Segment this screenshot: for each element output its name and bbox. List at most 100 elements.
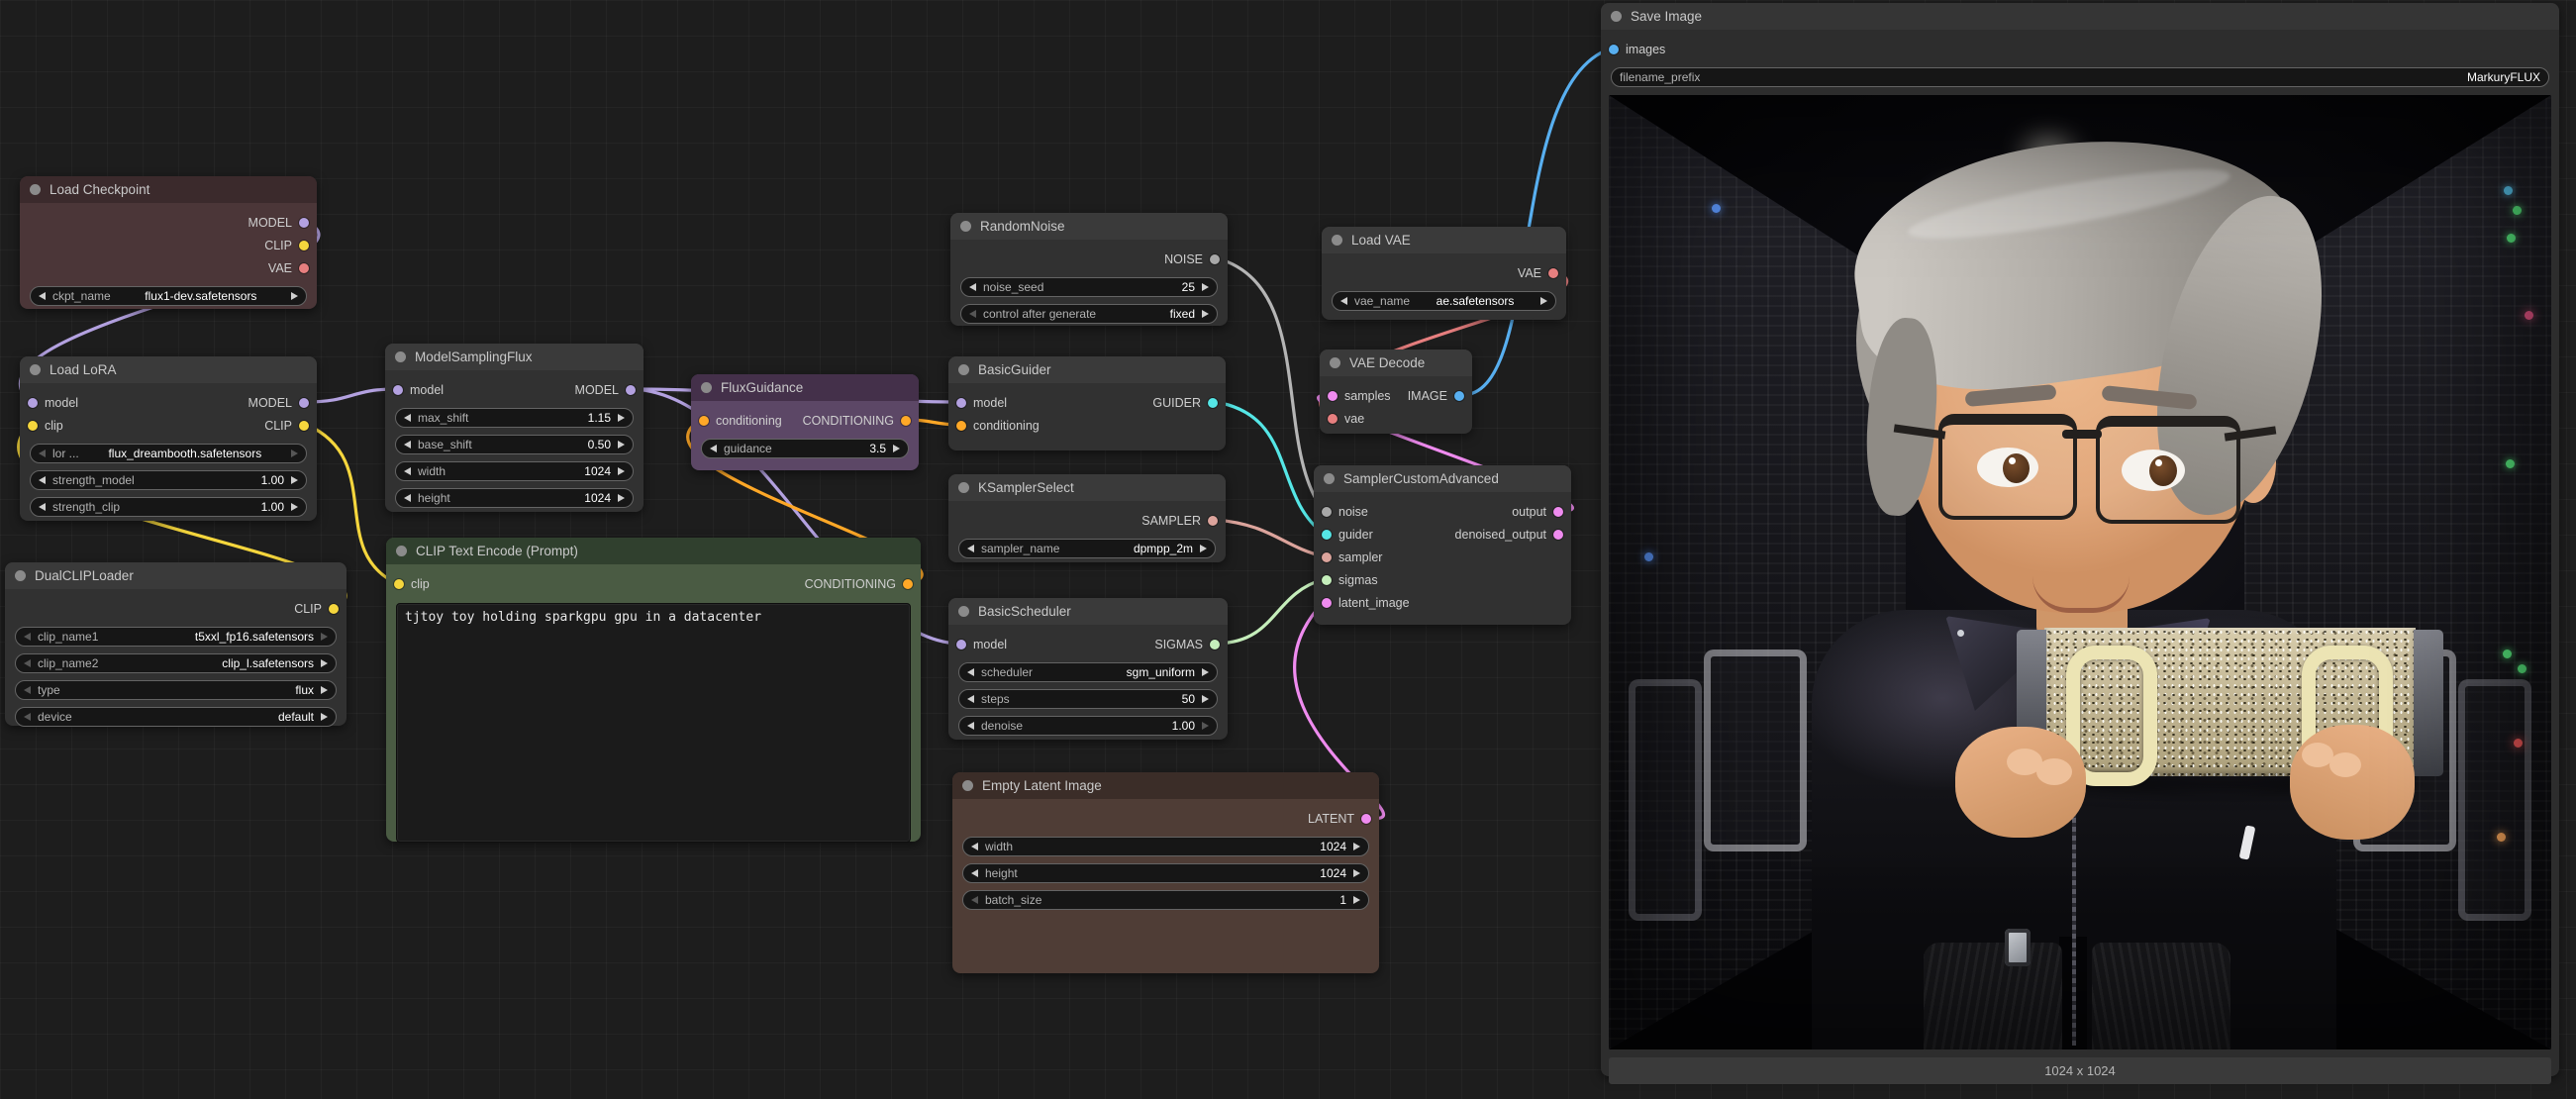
- node-header[interactable]: CLIP Text Encode (Prompt): [386, 538, 921, 564]
- wire-guider[interactable]: [1216, 402, 1324, 534]
- node-header[interactable]: Save Image: [1601, 3, 2559, 30]
- widget-height[interactable]: height1024: [962, 863, 1369, 883]
- increment-arrow-icon[interactable]: [291, 503, 298, 511]
- decrement-arrow-icon[interactable]: [39, 503, 46, 511]
- widget-denoise[interactable]: denoise1.00: [958, 716, 1218, 736]
- increment-arrow-icon[interactable]: [1202, 668, 1209, 676]
- input-slot-clip[interactable]: [28, 421, 38, 431]
- node-header[interactable]: SamplerCustomAdvanced: [1314, 465, 1571, 492]
- input-slot-model[interactable]: [956, 640, 966, 649]
- increment-arrow-icon[interactable]: [321, 659, 328, 667]
- node-graph-canvas[interactable]: Load Checkpoint MODEL CLIP VAE ckpt_name…: [0, 0, 2576, 1099]
- increment-arrow-icon[interactable]: [893, 445, 900, 452]
- output-slot-conditioning[interactable]: [903, 579, 913, 589]
- output-slot-denoised-output[interactable]: [1553, 530, 1563, 540]
- input-slot-guider[interactable]: [1322, 530, 1332, 540]
- increment-arrow-icon[interactable]: [618, 494, 625, 502]
- increment-arrow-icon[interactable]: [618, 441, 625, 449]
- input-slot-clip[interactable]: [394, 579, 404, 589]
- widget-width[interactable]: width1024: [395, 461, 634, 481]
- increment-arrow-icon[interactable]: [1353, 896, 1360, 904]
- output-slot-vae[interactable]: [1548, 268, 1558, 278]
- node-ksampler-select[interactable]: KSamplerSelect SAMPLER sampler_namedpmpp…: [948, 474, 1226, 562]
- widget-height[interactable]: height1024: [395, 488, 634, 508]
- output-slot-sigmas[interactable]: [1210, 640, 1220, 649]
- image-preview[interactable]: [1609, 95, 2551, 1049]
- input-slot-noise[interactable]: [1322, 507, 1332, 517]
- node-header[interactable]: ModelSamplingFlux: [385, 344, 644, 370]
- decrement-arrow-icon[interactable]: [967, 722, 974, 730]
- widget-lora-name[interactable]: lor ...flux_dreambooth.safetensors: [30, 444, 307, 463]
- widget-batch-size[interactable]: batch_size1: [962, 890, 1369, 910]
- wire-sigmas[interactable]: [1218, 579, 1324, 644]
- increment-arrow-icon[interactable]: [1200, 545, 1207, 552]
- widget-sampler-name[interactable]: sampler_namedpmpp_2m: [958, 539, 1216, 558]
- decrement-arrow-icon[interactable]: [971, 843, 978, 850]
- wire-sampler[interactable]: [1216, 520, 1324, 556]
- widget-max-shift[interactable]: max_shift1.15: [395, 408, 634, 428]
- decrement-arrow-icon[interactable]: [967, 545, 974, 552]
- increment-arrow-icon[interactable]: [1202, 695, 1209, 703]
- decrement-arrow-icon[interactable]: [710, 445, 717, 452]
- output-slot-model[interactable]: [299, 398, 309, 408]
- decrement-arrow-icon[interactable]: [404, 494, 411, 502]
- node-load-vae[interactable]: Load VAE VAE vae_nameae.safetensors: [1322, 227, 1566, 320]
- node-header[interactable]: Load LoRA: [20, 356, 317, 383]
- output-slot-clip[interactable]: [299, 241, 309, 250]
- node-header[interactable]: DualCLIPLoader: [5, 562, 347, 589]
- node-header[interactable]: RandomNoise: [950, 213, 1228, 240]
- node-header[interactable]: VAE Decode: [1320, 350, 1472, 376]
- widget-control-after-generate[interactable]: control after generatefixed: [960, 304, 1218, 324]
- increment-arrow-icon[interactable]: [321, 633, 328, 641]
- node-load-checkpoint[interactable]: Load Checkpoint MODEL CLIP VAE ckpt_name…: [20, 176, 317, 309]
- wire-image[interactable]: [1462, 49, 1611, 395]
- output-slot-guider[interactable]: [1208, 398, 1218, 408]
- increment-arrow-icon[interactable]: [321, 713, 328, 721]
- widget-base-shift[interactable]: base_shift0.50: [395, 435, 634, 454]
- widget-strength-clip[interactable]: strength_clip1.00: [30, 497, 307, 517]
- input-slot-latent-image[interactable]: [1322, 598, 1332, 608]
- node-basic-scheduler[interactable]: BasicScheduler modelSIGMAS schedulersgm_…: [948, 598, 1228, 740]
- decrement-arrow-icon[interactable]: [971, 869, 978, 877]
- output-slot-latent[interactable]: [1361, 814, 1371, 824]
- increment-arrow-icon[interactable]: [1202, 722, 1209, 730]
- decrement-arrow-icon[interactable]: [967, 668, 974, 676]
- output-slot-noise[interactable]: [1210, 254, 1220, 264]
- widget-guidance[interactable]: guidance3.5: [701, 439, 909, 458]
- output-slot-clip[interactable]: [329, 604, 339, 614]
- node-basic-guider[interactable]: BasicGuider modelGUIDER conditioning: [948, 356, 1226, 450]
- node-save-image[interactable]: Save Image images filename_prefixMarkury…: [1601, 3, 2559, 1076]
- node-header[interactable]: Load Checkpoint: [20, 176, 317, 203]
- output-slot-conditioning[interactable]: [901, 416, 911, 426]
- increment-arrow-icon[interactable]: [1540, 297, 1547, 305]
- node-clip-text-encode[interactable]: CLIP Text Encode (Prompt) clipCONDITIONI…: [386, 538, 921, 842]
- increment-arrow-icon[interactable]: [1202, 310, 1209, 318]
- increment-arrow-icon[interactable]: [1353, 869, 1360, 877]
- increment-arrow-icon[interactable]: [1353, 843, 1360, 850]
- widget-clip-name2[interactable]: clip_name2clip_l.safetensors: [15, 653, 337, 673]
- decrement-arrow-icon[interactable]: [39, 450, 46, 457]
- decrement-arrow-icon[interactable]: [404, 414, 411, 422]
- output-slot-model[interactable]: [299, 218, 309, 228]
- increment-arrow-icon[interactable]: [1202, 283, 1209, 291]
- decrement-arrow-icon[interactable]: [969, 310, 976, 318]
- widget-filename-prefix[interactable]: filename_prefixMarkuryFLUX: [1611, 67, 2549, 87]
- decrement-arrow-icon[interactable]: [24, 659, 31, 667]
- output-slot-model[interactable]: [626, 385, 636, 395]
- input-slot-sigmas[interactable]: [1322, 575, 1332, 585]
- output-slot-output[interactable]: [1553, 507, 1563, 517]
- node-header[interactable]: Empty Latent Image: [952, 772, 1379, 799]
- node-flux-guidance[interactable]: FluxGuidance conditioningCONDITIONING gu…: [691, 374, 919, 470]
- decrement-arrow-icon[interactable]: [24, 633, 31, 641]
- input-slot-samples[interactable]: [1328, 391, 1338, 401]
- output-slot-image[interactable]: [1454, 391, 1464, 401]
- output-slot-clip[interactable]: [299, 421, 309, 431]
- input-slot-model[interactable]: [956, 398, 966, 408]
- node-load-lora[interactable]: Load LoRA modelMODEL clipCLIP lor ...flu…: [20, 356, 317, 521]
- widget-noise-seed[interactable]: noise_seed25: [960, 277, 1218, 297]
- node-header[interactable]: Load VAE: [1322, 227, 1566, 253]
- wire-model-lora-to-msf[interactable]: [307, 389, 395, 402]
- widget-steps[interactable]: steps50: [958, 689, 1218, 709]
- increment-arrow-icon[interactable]: [321, 686, 328, 694]
- widget-device[interactable]: devicedefault: [15, 707, 337, 727]
